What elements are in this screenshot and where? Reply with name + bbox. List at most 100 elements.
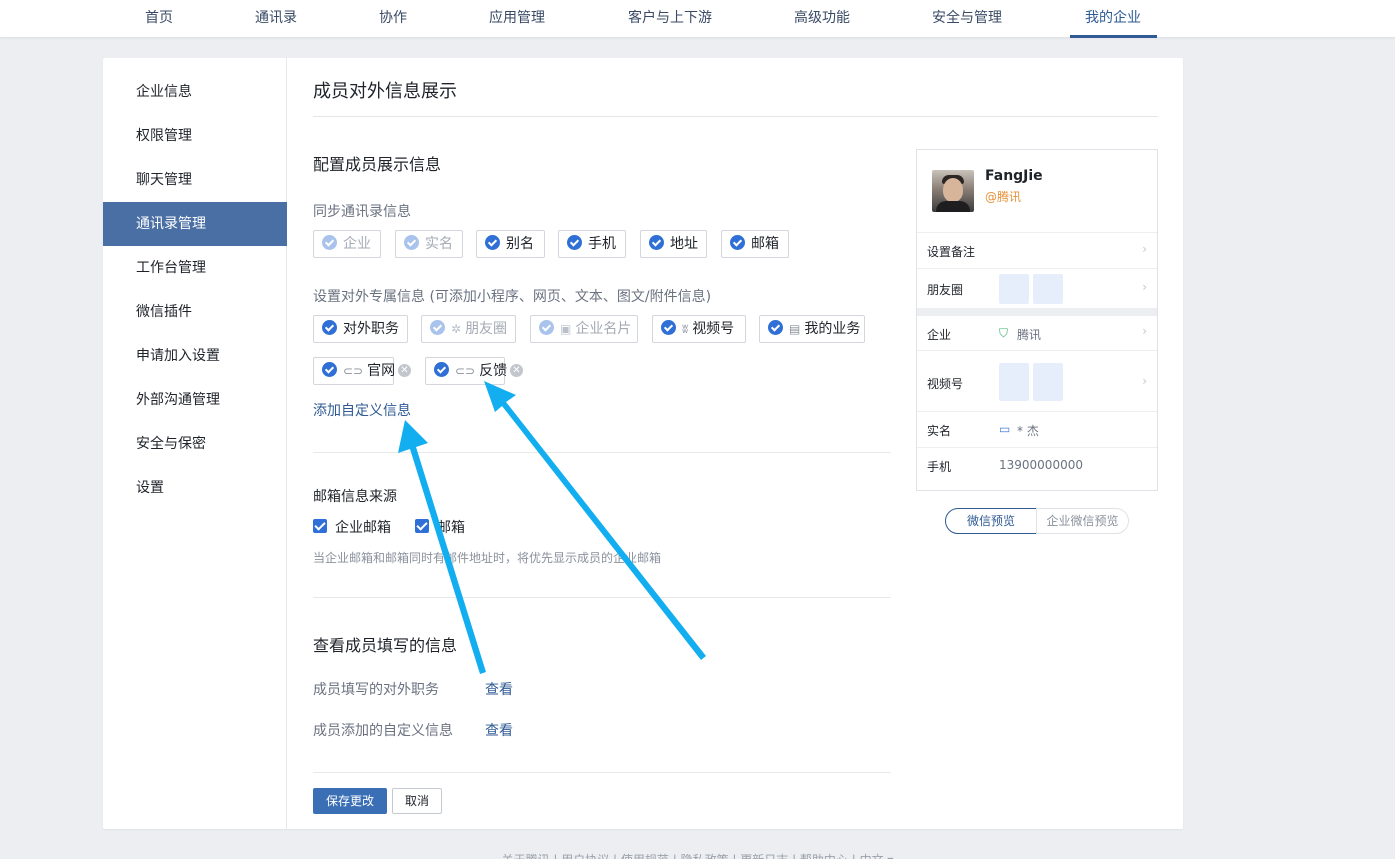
check-circle-icon	[649, 235, 664, 250]
exclusive-label: 设置对外专属信息 (可添加小程序、网页、文本、图文/附件信息)	[313, 289, 712, 305]
exclusive-tag-business[interactable]: ▤ 我的业务	[759, 315, 865, 343]
chevron-right-icon: ›	[1142, 242, 1147, 256]
nav-collab[interactable]: 协作	[379, 0, 407, 38]
sync-tag-address[interactable]: 地址	[640, 230, 707, 258]
email-note: 当企业邮箱和邮箱同时有邮件地址时，将优先显示成员的企业邮箱	[313, 551, 662, 565]
page-title: 成员对外信息展示	[313, 81, 457, 102]
exclusive-tag-title[interactable]: 对外职务	[313, 315, 408, 343]
sidebar: 企业信息 权限管理 聊天管理 通讯录管理 工作台管理 微信插件 申请加入设置 外…	[103, 58, 287, 829]
sync-tag-alias[interactable]: 别名	[476, 230, 545, 258]
avatar	[932, 170, 974, 212]
preview-row-phone: 手机 13900000000	[917, 447, 1157, 483]
remove-website-icon[interactable]: ✕	[398, 364, 411, 377]
aperture-icon: ✲	[451, 322, 462, 336]
nav-advanced[interactable]: 高级功能	[794, 0, 850, 38]
view-row-custom-label: 成员添加的自定义信息	[313, 723, 453, 739]
view-custom-link[interactable]: 查看	[485, 720, 513, 740]
remove-feedback-icon[interactable]: ✕	[510, 364, 523, 377]
sidebar-item-chat[interactable]: 聊天管理	[103, 158, 287, 202]
view-section-title: 查看成员填写的信息	[313, 636, 458, 655]
preview-name: FangJie	[985, 168, 1043, 184]
view-row-title-label: 成员填写的对外职务	[313, 682, 439, 698]
channels-icon: ʬ	[682, 322, 689, 336]
nav-contacts[interactable]: 通讯录	[255, 0, 297, 38]
sidebar-item-wechat-plugin[interactable]: 微信插件	[103, 290, 287, 334]
exclusive-tag-moments[interactable]: ✲ 朋友圈	[421, 315, 516, 343]
check-circle-icon	[485, 235, 500, 250]
nav-active-underline	[1070, 35, 1157, 38]
check-circle-icon	[322, 362, 337, 377]
enterprise-email-label: 企业邮箱	[335, 520, 391, 536]
image-placeholder-icon	[999, 363, 1029, 401]
profile-preview: FangJie @腾讯 设置备注 › 朋友圈 › 企业 ⛉ 腾讯 › 视频号 ›…	[916, 149, 1158, 491]
exclusive-tag-channels[interactable]: ʬ 视频号	[652, 315, 746, 343]
chevron-right-icon: ›	[1142, 324, 1147, 338]
top-nav: 首页 通讯录 协作 应用管理 客户与上下游 高级功能 安全与管理 我的企业	[0, 0, 1395, 38]
section-divider	[313, 772, 891, 773]
sidebar-item-external[interactable]: 外部沟通管理	[103, 378, 287, 422]
preview-row-company: 企业 ⛉ 腾讯 ›	[927, 324, 1147, 342]
check-circle-icon	[768, 320, 783, 335]
shield-check-icon: ⛉	[999, 326, 1009, 340]
image-placeholder-icon	[999, 274, 1029, 304]
chevron-right-icon: ›	[1142, 374, 1147, 388]
check-circle-icon	[730, 235, 745, 250]
check-circle-icon	[430, 320, 445, 335]
check-circle-icon	[434, 362, 449, 377]
card-icon: ▣	[560, 322, 572, 336]
add-custom-info-link[interactable]: 添加自定义信息	[313, 400, 411, 420]
sync-tag-enterprise[interactable]: 企业	[313, 230, 381, 258]
check-circle-icon	[661, 320, 676, 335]
check-circle-icon	[404, 235, 419, 250]
tab-wecom-preview[interactable]: 企业微信预览	[1036, 508, 1129, 534]
sidebar-item-settings[interactable]: 设置	[103, 466, 287, 510]
check-circle-icon	[539, 320, 554, 335]
title-divider	[313, 116, 1158, 117]
sidebar-item-join-settings[interactable]: 申请加入设置	[103, 334, 287, 378]
sidebar-item-workbench[interactable]: 工作台管理	[103, 246, 287, 290]
preview-corp: @腾讯	[985, 190, 1022, 204]
custom-tag-feedback[interactable]: ⊂⊃ 反馈	[425, 357, 507, 385]
config-section-title: 配置成员展示信息	[313, 155, 442, 174]
nav-my-enterprise[interactable]: 我的企业	[1085, 0, 1141, 38]
nav-security[interactable]: 安全与管理	[932, 0, 1002, 38]
view-title-link[interactable]: 查看	[485, 679, 513, 699]
sidebar-item-permissions[interactable]: 权限管理	[103, 114, 287, 158]
email-source-title: 邮箱信息来源	[313, 489, 397, 505]
tab-wechat-preview[interactable]: 微信预览	[945, 508, 1037, 534]
email-checkbox[interactable]	[415, 519, 429, 533]
save-button[interactable]: 保存更改	[313, 788, 387, 814]
sync-tag-email[interactable]: 邮箱	[721, 230, 789, 258]
sidebar-item-enterprise-info[interactable]: 企业信息	[103, 70, 287, 114]
sidebar-item-contacts-mgmt[interactable]: 通讯录管理	[103, 202, 287, 246]
preview-gap	[917, 308, 1157, 316]
check-circle-icon	[567, 235, 582, 250]
footer-links[interactable]: 关于腾讯 | 用户协议 | 使用规范 | 隐私政策 | 更新日志 | 帮助中心 …	[0, 851, 1395, 859]
custom-tag-website[interactable]: ⊂⊃ 官网	[313, 357, 395, 385]
check-circle-icon	[322, 320, 337, 335]
link-icon: ⊂⊃	[343, 364, 364, 378]
sync-tag-phone[interactable]: 手机	[558, 230, 626, 258]
document-icon: ▤	[789, 322, 801, 336]
section-divider	[313, 452, 891, 453]
chevron-right-icon: ›	[1142, 280, 1147, 294]
preview-row-channels: 视频号 ›	[917, 350, 1157, 411]
image-placeholder-icon	[1033, 363, 1063, 401]
nav-apps[interactable]: 应用管理	[489, 0, 545, 38]
nav-home[interactable]: 首页	[145, 0, 173, 38]
sync-tag-realname[interactable]: 实名	[395, 230, 463, 258]
nav-customers[interactable]: 客户与上下游	[628, 0, 712, 38]
section-divider	[313, 597, 891, 598]
sync-label: 同步通讯录信息	[313, 204, 411, 220]
id-card-icon: ▭	[999, 422, 1011, 436]
image-placeholder-icon	[1033, 274, 1063, 304]
preview-row-moments: 朋友圈 ›	[917, 268, 1157, 308]
exclusive-tag-card[interactable]: ▣ 企业名片	[530, 315, 638, 343]
enterprise-email-checkbox[interactable]	[313, 519, 327, 533]
sidebar-item-security[interactable]: 安全与保密	[103, 422, 287, 466]
email-label: 邮箱	[437, 520, 465, 536]
cancel-button[interactable]: 取消	[392, 788, 442, 814]
check-circle-icon	[322, 235, 337, 250]
link-icon: ⊂⊃	[455, 364, 476, 378]
preview-row-realname: 实名 ▭ * 杰	[917, 411, 1157, 447]
